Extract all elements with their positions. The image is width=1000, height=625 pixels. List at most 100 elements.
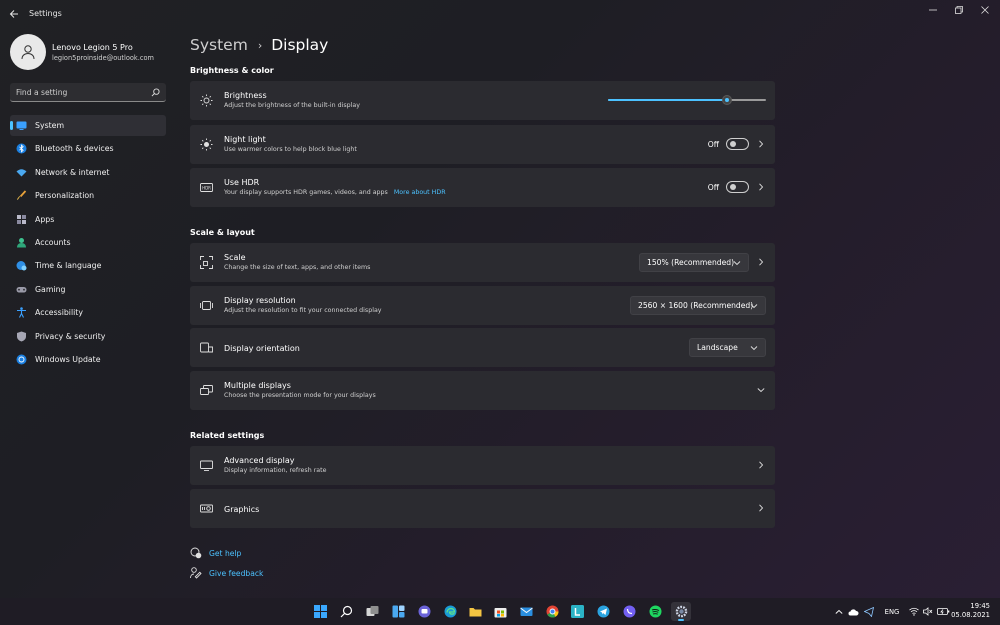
multiple-displays-card[interactable]: Multiple displays Choose the presentatio…	[190, 371, 775, 410]
send-icon	[864, 606, 874, 617]
chevron-up-icon	[835, 609, 843, 614]
windows-logo-icon	[313, 605, 327, 618]
search-icon[interactable]	[151, 88, 160, 97]
breadcrumb-parent[interactable]: System	[190, 36, 248, 54]
back-button[interactable]	[6, 6, 22, 22]
viber-button[interactable]	[619, 602, 639, 621]
graphics-card[interactable]: Graphics	[190, 489, 775, 528]
wifi-tray-button[interactable]	[908, 605, 920, 618]
display-orientation-card: Display orientation Landscape	[190, 328, 775, 367]
taskbar-search-button[interactable]	[336, 602, 356, 621]
taskbar-clock[interactable]: 19:45 05.08.2021	[951, 602, 990, 620]
chevron-down-icon[interactable]	[756, 385, 766, 395]
store-button[interactable]	[490, 602, 510, 621]
dropdown-value: 2560 × 1600 (Recommended)	[638, 301, 754, 310]
sidebar-item-bluetooth[interactable]: Bluetooth & devices	[10, 138, 166, 159]
start-button[interactable]	[310, 602, 330, 621]
chevron-right-icon[interactable]	[756, 257, 766, 267]
night-light-card[interactable]: Night light Use warmer colors to help bl…	[190, 125, 775, 164]
battery-tray-button[interactable]	[936, 605, 950, 618]
hdr-card[interactable]: HDR Use HDR Your display supports HDR ga…	[190, 168, 775, 207]
resolution-icon	[200, 299, 213, 312]
hdr-toggle[interactable]	[726, 181, 749, 193]
dropdown-value: 150% (Recommended)	[647, 258, 735, 267]
close-button[interactable]	[974, 4, 996, 16]
sidebar-item-label: Personalization	[35, 191, 95, 201]
file-explorer-button[interactable]	[465, 602, 485, 621]
minimize-button[interactable]	[922, 4, 944, 16]
widgets-button[interactable]	[388, 602, 408, 621]
monitor-icon	[200, 459, 213, 472]
give-feedback-link[interactable]: Give feedback	[190, 567, 263, 579]
wifi-icon	[909, 607, 919, 616]
telegram-button[interactable]	[593, 602, 613, 621]
advanced-display-card[interactable]: Advanced display Display information, re…	[190, 446, 775, 485]
card-subtitle: Change the size of text, apps, and other…	[224, 264, 371, 271]
resolution-dropdown[interactable]: 2560 × 1600 (Recommended)	[630, 296, 766, 315]
minimize-icon	[929, 9, 937, 11]
cloud-icon	[848, 608, 859, 615]
clock-date: 05.08.2021	[951, 611, 990, 619]
sidebar-item-network[interactable]: Network & internet	[10, 162, 166, 183]
battery-charging-icon	[936, 608, 949, 615]
sidebar-item-privacy[interactable]: Privacy & security	[10, 326, 166, 347]
night-light-toggle[interactable]	[726, 138, 749, 150]
volume-tray-button[interactable]	[922, 605, 934, 618]
scale-card[interactable]: Scale Change the size of text, apps, and…	[190, 243, 775, 282]
chevron-right-icon[interactable]	[756, 182, 766, 192]
card-title: Brightness	[224, 91, 267, 100]
user-profile[interactable]: Lenovo Legion 5 Pro legion5proinside@out…	[10, 33, 170, 73]
get-help-label[interactable]: Get help	[209, 549, 241, 558]
section-title-scale-layout: Scale & layout	[190, 228, 255, 237]
telegram-tray-button[interactable]	[863, 605, 875, 618]
teams-chat-button[interactable]	[414, 602, 434, 621]
task-view-button[interactable]	[362, 602, 382, 621]
sidebar-item-time-language[interactable]: Time & language	[10, 255, 166, 276]
sidebar-item-windows-update[interactable]: Windows Update	[10, 349, 166, 370]
sidebar-item-accessibility[interactable]: Accessibility	[10, 302, 166, 323]
give-feedback-label[interactable]: Give feedback	[209, 569, 263, 578]
get-help-link[interactable]: Get help	[190, 547, 241, 559]
more-about-hdr-link[interactable]: More about HDR	[394, 189, 446, 196]
sidebar-item-label: Accessibility	[35, 308, 83, 318]
onedrive-tray-button[interactable]	[847, 605, 859, 618]
page-title: Display	[271, 36, 329, 54]
letter-l-app-icon	[570, 605, 584, 618]
orientation-dropdown[interactable]: Landscape	[689, 338, 766, 357]
accessibility-icon	[16, 307, 27, 318]
app-l-button[interactable]	[567, 602, 587, 621]
maximize-button[interactable]	[948, 4, 970, 16]
clock-time: 19:45	[970, 602, 990, 610]
search-box[interactable]	[10, 83, 166, 102]
update-icon	[16, 354, 27, 365]
restore-icon	[955, 6, 963, 14]
card-title: Multiple displays	[224, 381, 291, 390]
card-title: Advanced display	[224, 456, 295, 465]
sidebar-nav: System Bluetooth & devices Network & int…	[10, 115, 166, 372]
card-title: Use HDR	[224, 178, 260, 187]
settings-taskbar-button[interactable]	[671, 602, 691, 621]
slider-thumb[interactable]	[721, 95, 732, 105]
mail-button[interactable]	[516, 602, 536, 621]
language-indicator[interactable]: ENG	[883, 605, 901, 618]
search-input[interactable]	[16, 86, 146, 99]
orientation-icon	[200, 341, 213, 354]
chevron-right-icon[interactable]	[756, 460, 766, 470]
show-hidden-icons-button[interactable]	[834, 605, 844, 618]
mail-icon	[519, 607, 533, 616]
sidebar-item-personalization[interactable]: Personalization	[10, 185, 166, 206]
slider-fill	[608, 99, 727, 101]
graphics-card-icon	[200, 502, 213, 515]
scale-dropdown[interactable]: 150% (Recommended)	[639, 253, 749, 272]
spotify-button[interactable]	[645, 602, 665, 621]
arrow-left-icon	[9, 10, 18, 18]
chevron-right-icon[interactable]	[756, 139, 766, 149]
brightness-slider[interactable]	[608, 94, 766, 106]
sidebar-item-system[interactable]: System	[10, 115, 166, 136]
sidebar-item-accounts[interactable]: Accounts	[10, 232, 166, 253]
chevron-right-icon[interactable]	[756, 503, 766, 513]
sidebar-item-apps[interactable]: Apps	[10, 209, 166, 230]
chrome-button[interactable]	[542, 602, 562, 621]
edge-button[interactable]	[440, 602, 460, 621]
sidebar-item-gaming[interactable]: Gaming	[10, 279, 166, 300]
